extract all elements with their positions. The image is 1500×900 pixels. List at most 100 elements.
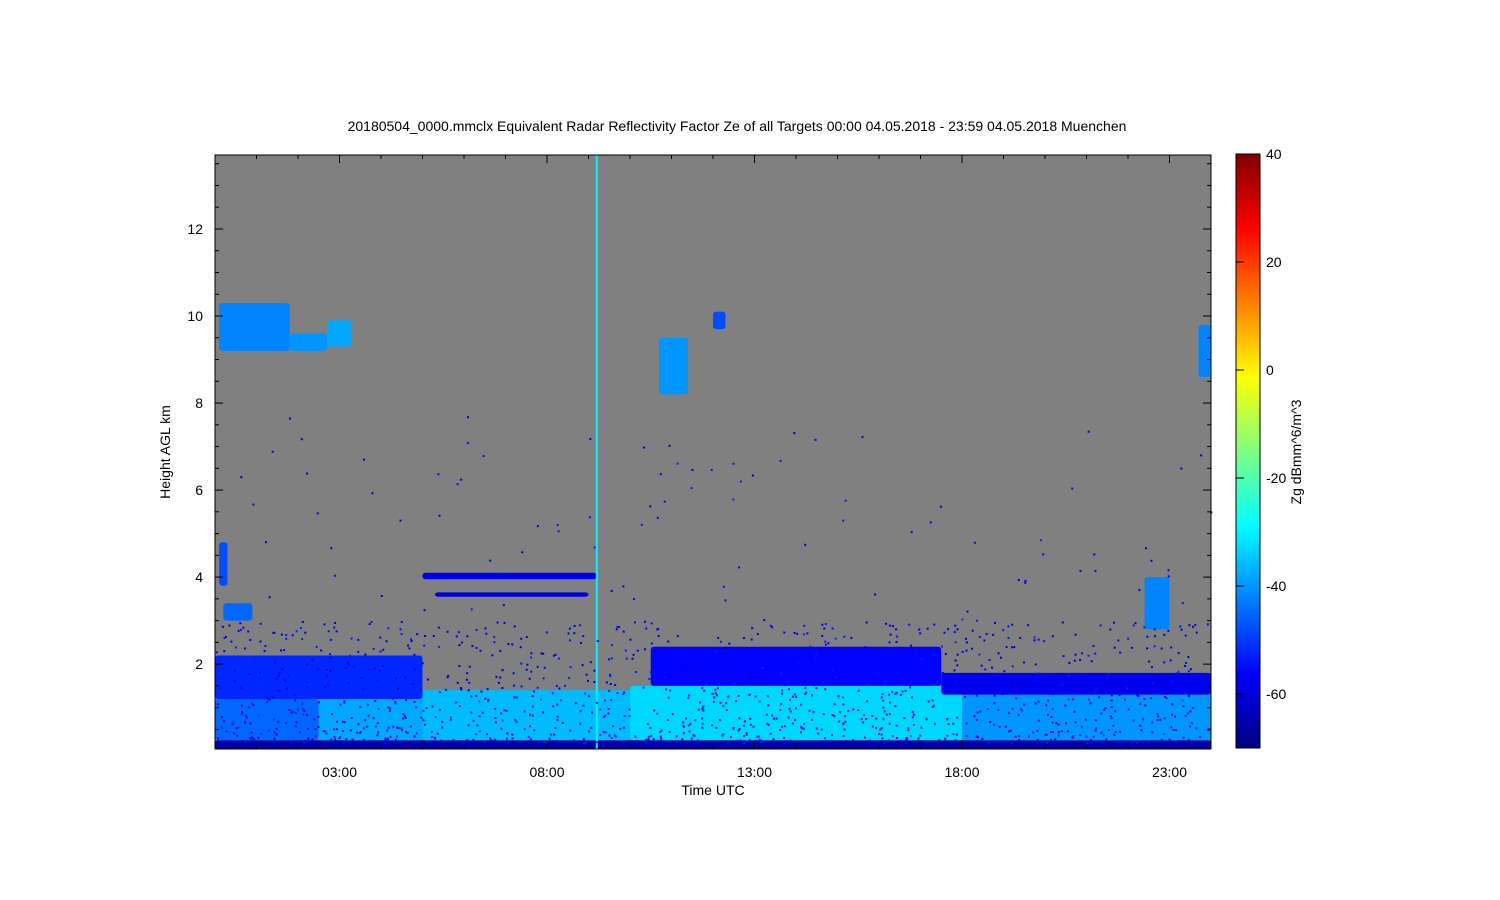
noise-speckle [861,656,864,659]
noise-speckle [1034,702,1037,705]
noise-speckle [1014,683,1017,686]
noise-speckle [920,658,923,661]
noise-speckle [357,723,360,726]
noise-speckle [529,738,532,741]
noise-speckle [745,732,748,735]
noise-speckle [781,689,784,692]
noise-speckle [945,718,948,721]
noise-speckle [290,741,293,744]
noise-speckle [558,687,561,690]
noise-speckle [306,727,309,730]
noise-speckle [610,698,613,701]
noise-speckle [306,472,309,475]
noise-speckle [978,653,981,656]
noise-speckle [388,682,391,685]
noise-speckle [642,446,645,449]
echo-feature [659,337,689,395]
noise-speckle [521,551,524,554]
noise-speckle [272,696,275,699]
noise-speckle [341,720,344,723]
noise-speckle [1045,742,1048,745]
noise-speckle [722,585,725,588]
noise-speckle [1163,732,1166,735]
noise-speckle [895,691,898,694]
noise-speckle [725,646,728,649]
noise-speckle [728,642,731,645]
noise-speckle [622,742,625,745]
noise-speckle [569,666,572,669]
noise-speckle [856,660,859,663]
noise-speckle [495,675,498,678]
y-tick-label: 6 [195,482,203,498]
noise-speckle [1136,742,1139,745]
noise-speckle [316,512,319,515]
noise-speckle [610,737,613,740]
noise-speckle [999,690,1002,693]
noise-speckle [961,618,964,621]
noise-speckle [1114,731,1117,734]
noise-speckle [811,694,814,697]
noise-speckle [585,741,588,744]
noise-speckle [372,716,375,719]
noise-speckle [486,733,489,736]
noise-speckle [808,709,811,712]
noise-speckle [1184,692,1187,695]
noise-speckle [1009,729,1012,732]
noise-speckle [796,632,799,635]
noise-speckle [1071,678,1074,681]
noise-speckle [1037,700,1040,703]
noise-speckle [389,735,392,738]
noise-speckle [1127,637,1130,640]
noise-speckle [663,500,666,503]
noise-speckle [815,652,818,655]
noise-speckle [467,416,470,419]
noise-speckle [933,623,936,626]
noise-speckle [1184,714,1187,717]
noise-speckle [366,703,369,706]
noise-speckle [1182,705,1185,708]
noise-speckle [1130,646,1133,649]
noise-speckle [542,711,545,714]
noise-speckle [1189,668,1192,671]
noise-speckle [802,727,805,730]
noise-speckle [400,729,403,732]
noise-speckle [827,642,830,645]
noise-speckle [1015,697,1018,700]
noise-speckle [309,679,312,682]
noise-speckle [1158,681,1161,684]
noise-speckle [888,693,891,696]
noise-speckle [1181,602,1184,605]
noise-speckle [1170,713,1173,716]
noise-speckle [780,671,783,674]
noise-speckle [585,673,588,676]
noise-speckle [992,689,995,692]
noise-speckle [751,474,754,477]
noise-speckle [1150,697,1153,700]
noise-speckle [272,718,275,721]
noise-speckle [574,702,577,705]
noise-speckle [552,705,555,708]
noise-speckle [1134,622,1137,625]
noise-speckle [930,667,933,670]
noise-speckle [1036,729,1039,732]
noise-speckle [711,674,714,677]
noise-speckle [764,675,767,678]
noise-speckle [842,519,845,522]
noise-speckle [325,668,328,671]
noise-speckle [979,710,982,713]
noise-speckle [742,724,745,727]
noise-speckle [1099,624,1102,627]
noise-speckle [1173,715,1176,718]
noise-speckle [531,695,534,698]
noise-speckle [1142,742,1145,745]
noise-speckle [793,631,796,634]
noise-speckle [804,684,807,687]
noise-speckle [803,722,806,725]
noise-speckle [640,523,643,526]
noise-speckle [267,729,270,732]
noise-speckle [403,715,406,718]
noise-speckle [239,622,242,625]
noise-speckle [513,696,516,699]
noise-speckle [667,640,670,643]
noise-speckle [907,729,910,732]
